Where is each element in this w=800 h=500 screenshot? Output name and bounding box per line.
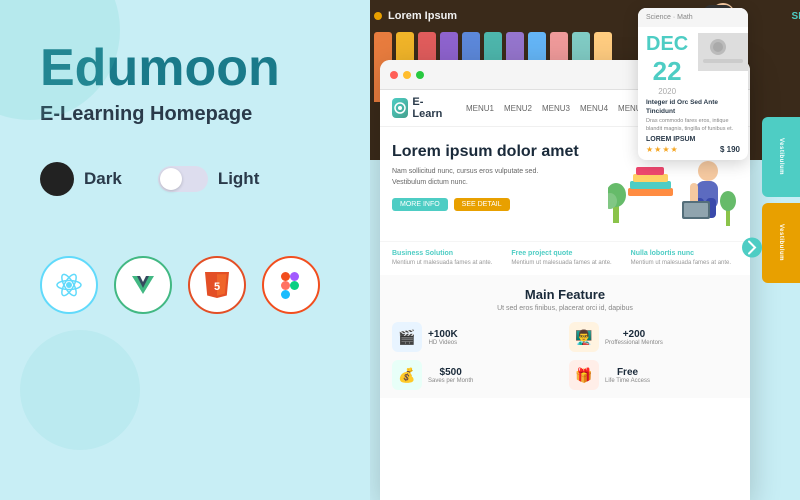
nav-items: MENU1 MENU2 MENU3 MENU4 MENU5 bbox=[466, 104, 646, 113]
toggle-switch[interactable] bbox=[158, 166, 208, 192]
feature-subtitle: Ut sed eros finibus, placerat orci id, d… bbox=[392, 305, 738, 312]
left-panel: Edumoon E-Learning Homepage Dark Light bbox=[0, 0, 370, 500]
browser-dot-yellow bbox=[403, 71, 411, 79]
dark-toggle-label: Dark bbox=[84, 169, 122, 189]
stat-title-1: Free project quote bbox=[511, 250, 618, 257]
more-info-button[interactable]: MORE INFO bbox=[392, 198, 448, 211]
right-panel: Lorem Ipsum SEE ALL → Science · Math DEC… bbox=[370, 0, 800, 500]
float-card-price: $ 190 bbox=[720, 145, 740, 154]
nav-menu4[interactable]: MENU4 bbox=[580, 104, 608, 113]
see-all-link[interactable]: SEE ALL → bbox=[792, 11, 800, 22]
stat-item-1: Free project quote Mentium ut malesuada … bbox=[511, 250, 618, 267]
stat-desc-2: Mentium ut malesuada fames at ante. bbox=[631, 259, 738, 267]
feature-text-3: Free Life Time Access bbox=[605, 367, 650, 384]
brand-subtitle: E-Learning Homepage bbox=[40, 103, 340, 126]
stat-title-0: Business Solution bbox=[392, 250, 499, 257]
stat-item-0: Business Solution Mentium ut malesuada f… bbox=[392, 250, 499, 267]
right-arrow[interactable] bbox=[742, 230, 762, 271]
dark-toggle-icon bbox=[40, 162, 74, 196]
feature-icon-3: 🎁 bbox=[569, 360, 599, 390]
stat-title-2: Nulla lobortis nunc bbox=[631, 250, 738, 257]
feature-count-1: +200 bbox=[605, 329, 663, 340]
main-feature-section: Main Feature Ut sed eros finibus, placer… bbox=[380, 275, 750, 398]
float-card: Science · Math DEC 22 2020 Int bbox=[638, 8, 748, 160]
side-card-orange: Vestibulum bbox=[762, 203, 800, 283]
feature-label-3: Life Time Access bbox=[605, 378, 650, 384]
float-card-category: Science · Math bbox=[646, 14, 693, 21]
float-card-heading: Integer id Orc Sed Ante Tincidunt bbox=[646, 98, 740, 116]
feature-label-1: Proffessional Mentors bbox=[605, 340, 663, 346]
html5-icon[interactable]: 5 bbox=[188, 256, 246, 314]
float-card-image bbox=[698, 33, 748, 71]
feature-count-0: +100K bbox=[428, 329, 458, 340]
feature-item-0: 🎬 +100K HD Videos bbox=[392, 322, 561, 352]
feature-text-1: +200 Proffessional Mentors bbox=[605, 329, 663, 346]
deco-circle-top bbox=[0, 0, 120, 120]
feature-item-3: 🎁 Free Life Time Access bbox=[569, 360, 738, 390]
theme-toggles: Dark Light bbox=[40, 162, 340, 196]
hero-text: Lorem ipsum dolor amet Nam sollicitud nu… bbox=[392, 143, 608, 233]
light-toggle[interactable]: Light bbox=[158, 166, 260, 192]
stat-item-2: Nulla lobortis nunc Mentium ut malesuada… bbox=[631, 250, 738, 267]
hero-buttons: MORE INFO SEE DETAIL bbox=[392, 198, 608, 211]
float-card-stars: ★★★★ bbox=[646, 145, 679, 154]
nav-menu1[interactable]: MENU1 bbox=[466, 104, 494, 113]
svg-text:5: 5 bbox=[214, 281, 220, 293]
react-icon[interactable] bbox=[40, 256, 98, 314]
figma-icon[interactable] bbox=[262, 256, 320, 314]
float-card-day: DEC bbox=[646, 33, 688, 56]
feature-icon-1: 👨‍🏫 bbox=[569, 322, 599, 352]
stat-desc-0: Mentium ut malesuada fames at ante. bbox=[392, 259, 499, 267]
feature-title: Main Feature bbox=[392, 287, 738, 302]
feature-item-1: 👨‍🏫 +200 Proffessional Mentors bbox=[569, 322, 738, 352]
tech-icons-row: 5 bbox=[40, 256, 340, 314]
feature-label-0: HD Videos bbox=[428, 340, 458, 346]
elearn-logo-icon bbox=[392, 98, 408, 118]
see-detail-button[interactable]: SEE DETAIL bbox=[454, 198, 510, 211]
browser-dot-green bbox=[416, 71, 424, 79]
elearn-logo: E-Learn bbox=[392, 96, 446, 120]
vue-icon[interactable] bbox=[114, 256, 172, 314]
float-card-lorem: LOREM IPSUM bbox=[646, 136, 740, 143]
feature-item-2: 💰 $500 Saves per Month bbox=[392, 360, 561, 390]
light-toggle-label: Light bbox=[218, 169, 260, 189]
float-card-year: 2020 bbox=[646, 87, 688, 96]
browser-dot-red bbox=[390, 71, 398, 79]
deco-circle-bottom bbox=[20, 330, 140, 450]
nav-menu2[interactable]: MENU2 bbox=[504, 104, 532, 113]
feature-label-2: Saves per Month bbox=[428, 378, 473, 384]
dot-icon bbox=[374, 12, 382, 20]
feature-icon-2: 💰 bbox=[392, 360, 422, 390]
float-card-day-num: 22 bbox=[646, 56, 688, 87]
elearn-logo-text: E-Learn bbox=[412, 96, 446, 120]
side-cards: Vestibulum Vestibulum bbox=[762, 117, 800, 283]
stats-row: Business Solution Mentium ut malesuada f… bbox=[380, 241, 750, 275]
feature-grid: 🎬 +100K HD Videos 👨‍🏫 +200 Proffessional… bbox=[392, 322, 738, 390]
toggle-knob bbox=[160, 168, 182, 190]
back-card-title: Lorem Ipsum bbox=[388, 10, 457, 22]
feature-text-0: +100K HD Videos bbox=[428, 329, 458, 346]
hero-title: Lorem ipsum dolor amet bbox=[392, 143, 608, 161]
feature-count-2: $500 bbox=[428, 367, 473, 378]
hero-description: Nam sollicitud nunc, cursus eros vulputa… bbox=[392, 167, 572, 188]
side-card-teal: Vestibulum bbox=[762, 117, 800, 197]
nav-menu3[interactable]: MENU3 bbox=[542, 104, 570, 113]
float-card-desc: Dras commodo fares eros, intique blandit… bbox=[646, 118, 740, 133]
dark-toggle[interactable]: Dark bbox=[40, 162, 122, 196]
feature-text-2: $500 Saves per Month bbox=[428, 367, 473, 384]
stat-desc-1: Mentium ut malesuada fames at ante. bbox=[511, 259, 618, 267]
feature-count-3: Free bbox=[605, 367, 650, 378]
feature-icon-0: 🎬 bbox=[392, 322, 422, 352]
float-card-header: Science · Math bbox=[638, 8, 748, 27]
